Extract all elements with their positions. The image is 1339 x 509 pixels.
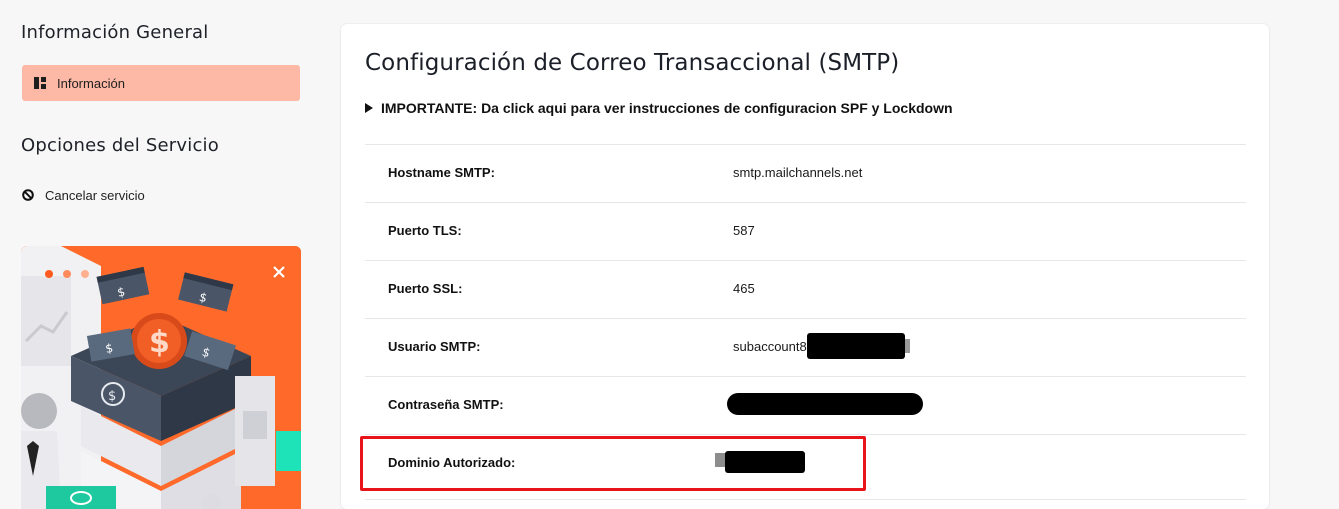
sidebar-item-informacion[interactable]: Información [22,65,300,101]
table-row: Hostname SMTP: smtp.mailchannels.net [365,144,1246,202]
notice-label: IMPORTANTE: Da click aqui para ver instr… [381,100,953,116]
service-options-heading: Opciones del Servicio [21,135,219,156]
promo-illustration: $ $ $ $ $ $ [21,246,301,509]
highlight-box [360,436,866,491]
table-row: Puerto SSL: 465 [365,260,1246,318]
general-info-heading: Información General [21,22,209,43]
row-value: 465 [733,281,755,296]
row-label: Contraseña SMTP: [388,397,504,412]
sidebar-item-label: Cancelar servicio [45,187,145,203]
svg-text:$: $ [149,325,170,360]
row-label: Hostname SMTP: [388,165,495,180]
dashboard-icon [34,77,46,89]
row-label: Puerto TLS: [388,223,462,238]
disclosure-triangle-icon [365,103,373,113]
page-title: Configuración de Correo Transaccional (S… [365,50,900,76]
close-icon[interactable] [271,264,287,280]
svg-text:$: $ [108,389,116,404]
redaction-mark [727,393,923,415]
sidebar-item-cancel-service[interactable]: Cancelar servicio [22,185,145,205]
row-label: Puerto SSL: [388,281,463,296]
table-row: Contraseña SMTP: [365,376,1246,434]
row-value: smtp.mailchannels.net [733,165,863,180]
row-value: subaccount8 [733,339,807,354]
sidebar-item-label: Información [57,75,125,91]
promo-banner[interactable]: $ $ $ $ $ $ [21,246,301,509]
spf-lockdown-instructions-toggle[interactable]: IMPORTANTE: Da click aqui para ver instr… [365,100,953,116]
table-row: Usuario SMTP: subaccount8 [365,318,1246,376]
redaction-mark [807,333,905,359]
row-value: 587 [733,223,755,238]
ban-icon [22,189,34,201]
redaction-fragment [905,339,910,353]
sidebar: Información General Información Opciones… [0,0,320,509]
row-label: Usuario SMTP: [388,339,481,354]
table-row: Puerto TLS: 587 [365,202,1246,260]
